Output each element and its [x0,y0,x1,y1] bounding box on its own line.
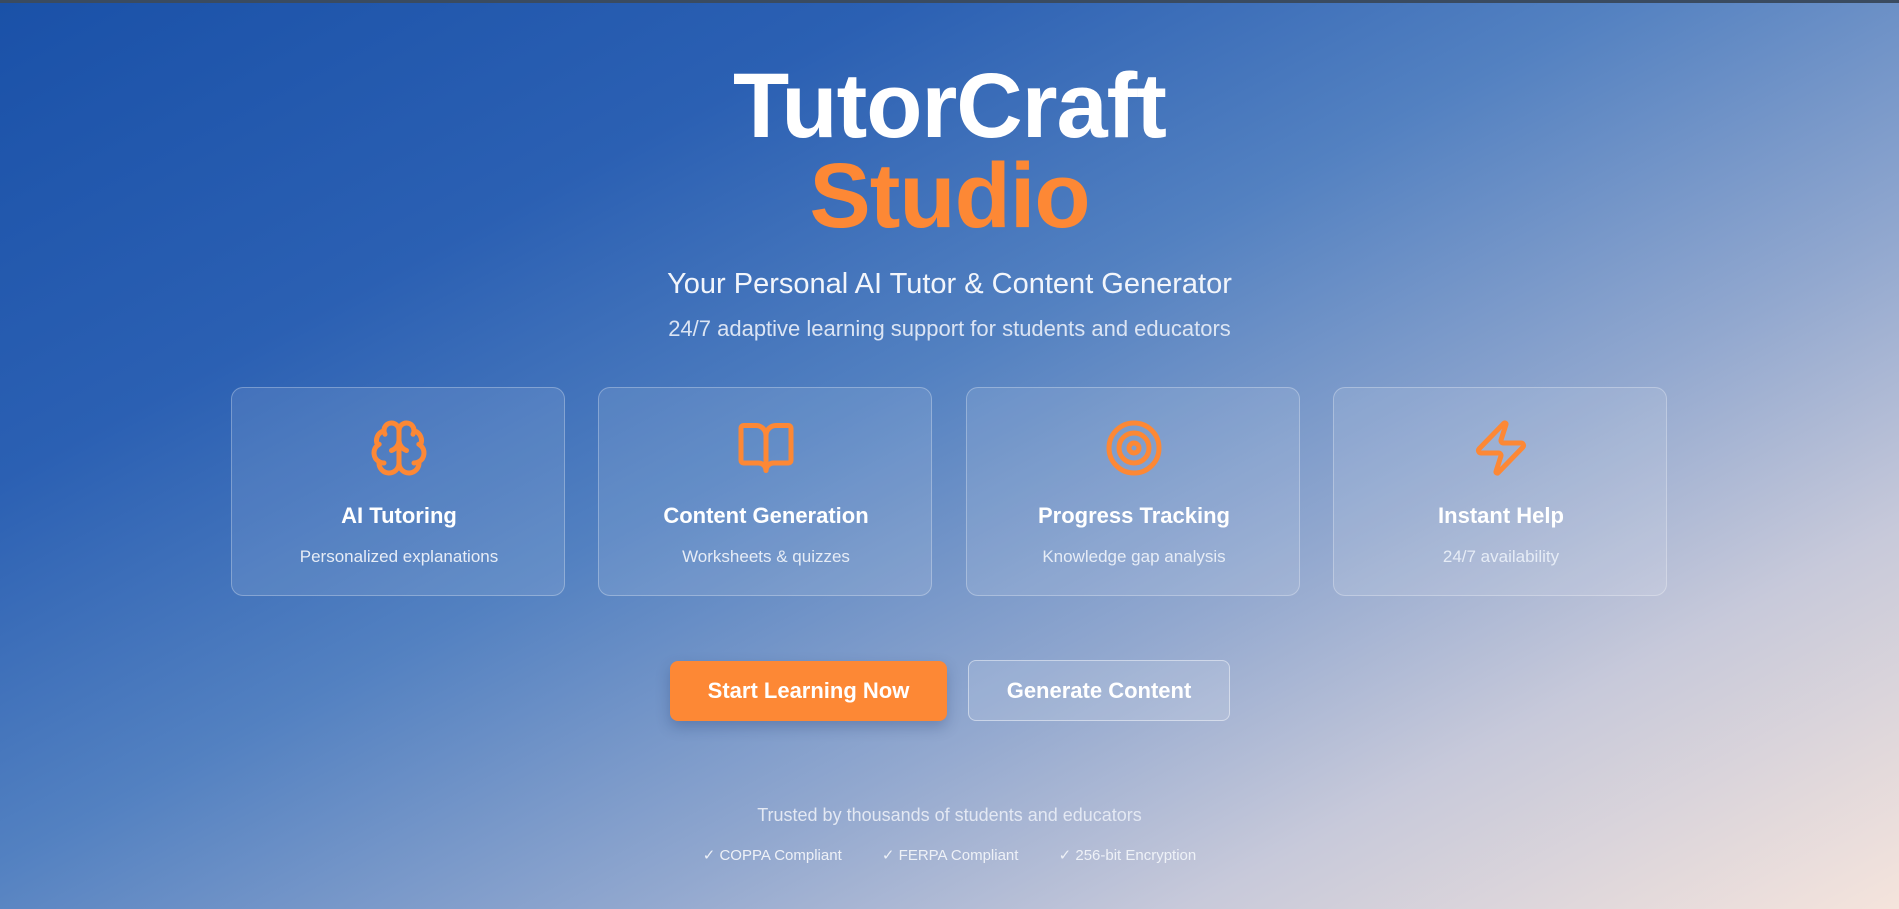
compliance-badges: ✓ COPPA Compliant ✓ FERPA Compliant ✓ 25… [0,845,1899,867]
feature-description: Worksheets & quizzes [682,547,850,566]
feature-description: 24/7 availability [1442,547,1560,566]
feature-card-instant-help: Instant Help 24/7 availability [1333,387,1667,596]
book-icon [736,418,796,478]
top-border [0,0,1899,3]
feature-card-ai-tutoring: AI Tutoring Personalized explanations [231,387,565,596]
trusted-text: Trusted by thousands of students and edu… [757,805,1142,825]
brain-icon [369,418,429,478]
feature-description: Personalized explanations [299,547,499,566]
feature-title: Instant Help [1438,503,1564,528]
hero-tagline: Your Personal AI Tutor & Content Generat… [667,268,1232,300]
generate-content-button[interactable]: Generate Content [968,660,1230,721]
start-learning-button[interactable]: Start Learning Now [670,661,947,721]
feature-title: AI Tutoring [341,503,457,528]
feature-card-content-generation: Content Generation Worksheets & quizzes [598,387,932,596]
feature-title: Progress Tracking [1038,503,1230,528]
app-title-accent: Studio [809,145,1090,247]
feature-cards: AI Tutoring Personalized explanations Co… [231,387,1671,598]
lightning-icon [1471,418,1531,478]
feature-title: Content Generation [663,503,869,528]
hero-subtagline: 24/7 adaptive learning support for stude… [668,316,1231,341]
feature-card-progress-tracking: Progress Tracking Knowledge gap analysis [966,387,1300,596]
badge-encryption: ✓ 256-bit Encryption [1058,847,1197,864]
target-icon [1104,418,1164,478]
badge-ferpa: ✓ FERPA Compliant [881,847,1019,864]
feature-description: Knowledge gap analysis [1042,547,1226,566]
app-title: TutorCraft [733,55,1167,157]
badge-coppa: ✓ COPPA Compliant [702,847,842,864]
